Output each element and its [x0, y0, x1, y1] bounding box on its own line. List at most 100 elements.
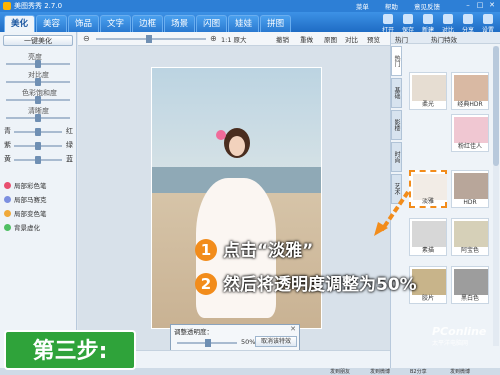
watermark-logo: PConline 太平洋电脑网 — [432, 325, 487, 347]
save-button[interactable]: 保存 — [398, 14, 418, 34]
zoom-in-icon[interactable]: ⊕ — [210, 34, 217, 43]
tab-hot[interactable]: 热门 — [391, 46, 402, 76]
maximize-icon[interactable]: □ — [474, 1, 486, 9]
contrast-slider[interactable] — [6, 78, 70, 86]
redo-button[interactable]: 重做 — [300, 34, 313, 44]
tab-fashion[interactable]: 时尚 — [391, 142, 402, 172]
step-two-text: 然后将透明度调整为50% — [223, 275, 417, 295]
tab-studio[interactable]: 影楼 — [391, 110, 402, 140]
tab-frame[interactable]: 边框 — [132, 15, 164, 32]
step-one-number: 1 — [195, 239, 217, 261]
share-weibo-link[interactable]: 发到微博 — [370, 368, 390, 375]
tab-flash[interactable]: 闪图 — [196, 15, 228, 32]
effects-category-tabs: 热门 基础 影楼 时尚 艺术 — [391, 46, 403, 206]
slider-knob[interactable] — [35, 142, 41, 150]
open-button[interactable]: 打开 — [378, 14, 398, 34]
tab-basic[interactable]: 基础 — [391, 78, 402, 108]
local-mosaic[interactable]: 局部马赛克 — [4, 194, 47, 204]
saturation-slider[interactable] — [6, 96, 70, 104]
effect-thumb[interactable]: 素描 — [409, 218, 447, 256]
cancel-effect-button[interactable]: 取消该特效 — [255, 336, 297, 347]
magenta-green-slider[interactable] — [14, 142, 62, 150]
effects-category-label: 热门 — [395, 36, 408, 44]
yellow-label: 黄 — [4, 155, 11, 163]
color-pen-icon — [4, 182, 11, 189]
mosaic-icon — [4, 196, 11, 203]
tab-accessories[interactable]: 饰品 — [68, 15, 100, 32]
menu-link[interactable]: 菜单 — [356, 3, 369, 11]
tab-doll[interactable]: 娃娃 — [228, 15, 260, 32]
effect-thumb-danya[interactable]: 淡雅 — [409, 170, 447, 208]
undo-button[interactable]: 撤销 — [276, 34, 289, 44]
zoom-slider[interactable] — [96, 35, 206, 43]
share-b2-link[interactable]: B2分享 — [410, 368, 427, 375]
compare-button[interactable]: 对比 — [438, 14, 458, 34]
slider-knob[interactable] — [35, 156, 41, 164]
app-title: 美图秀秀 2.7.0 — [14, 2, 63, 10]
tab-beautify[interactable]: 美化 — [4, 15, 36, 32]
slider-knob[interactable] — [35, 78, 41, 86]
effect-thumb[interactable]: 粉红佳人 — [451, 114, 489, 152]
compare-view-button[interactable]: 对比 — [345, 34, 358, 44]
slider-knob[interactable] — [35, 60, 41, 68]
background-blur[interactable]: 背景虚化 — [4, 222, 40, 232]
preview-button[interactable]: 预览 — [367, 34, 380, 44]
gear-icon — [483, 14, 493, 24]
close-icon[interactable]: ✕ — [290, 325, 296, 333]
minimize-icon[interactable]: – — [462, 1, 474, 9]
opacity-title: 调整透明度： — [174, 328, 213, 336]
compare-icon — [443, 14, 453, 24]
effects-scrollbar[interactable] — [493, 46, 499, 346]
tab-collage[interactable]: 拼图 — [260, 15, 292, 32]
new-icon — [423, 14, 433, 24]
local-color-pen[interactable]: 局部彩色笔 — [4, 180, 47, 190]
zoom-out-icon[interactable]: ⊖ — [83, 34, 90, 43]
yellow-blue-slider[interactable] — [14, 156, 62, 164]
share-to-friends-link[interactable]: 发到朋友 — [330, 368, 350, 375]
step-one-text: 点击“淡雅” — [223, 241, 314, 261]
opacity-slider[interactable] — [177, 339, 237, 347]
close-icon[interactable]: ✕ — [486, 1, 498, 9]
effect-thumb[interactable]: 阿宝色 — [451, 218, 489, 256]
cyan-label: 青 — [4, 127, 11, 135]
effect-thumb[interactable]: 经典HDR — [451, 72, 489, 110]
scrollbar-thumb[interactable] — [493, 46, 499, 166]
help-link[interactable]: 帮助 — [385, 3, 398, 11]
new-button[interactable]: 新建 — [418, 14, 438, 34]
recolor-pen-icon — [4, 210, 11, 217]
folder-icon — [383, 14, 393, 24]
step-badge: 第三步: — [4, 330, 136, 370]
left-panel: 一键美化 亮度 对比度 色彩饱和度 清晰度 青 红 紫 绿 黄 蓝 局部彩色笔 … — [0, 32, 77, 368]
brightness-slider[interactable] — [6, 60, 70, 68]
opacity-knob[interactable] — [205, 339, 211, 347]
zoom-knob[interactable] — [146, 35, 152, 43]
effect-thumb[interactable]: 黑白色 — [451, 266, 489, 304]
share-icon — [463, 14, 473, 24]
feedback-link[interactable]: 意见反馈 — [414, 3, 440, 11]
slider-knob[interactable] — [35, 128, 41, 136]
slider-knob[interactable] — [35, 114, 41, 122]
effects-header: 热门 热门特效 — [391, 32, 500, 44]
sharpness-slider[interactable] — [6, 114, 70, 122]
title-links: 菜单 帮助 意见反馈 — [342, 1, 440, 11]
tab-text[interactable]: 文字 — [100, 15, 132, 32]
save-icon — [403, 14, 413, 24]
original-button[interactable]: 原图 — [324, 34, 337, 44]
opacity-value: 50% — [241, 338, 256, 346]
effect-thumb[interactable]: HDR — [451, 170, 489, 208]
tab-beauty[interactable]: 美容 — [36, 15, 68, 32]
step-one-instruction: 1 点击“淡雅” — [195, 236, 313, 261]
actual-size-button[interactable]: 1:1 原大 — [221, 34, 247, 44]
cyan-red-slider[interactable] — [14, 128, 62, 136]
local-recolor-pen[interactable]: 局部变色笔 — [4, 208, 47, 218]
hot-effects-label: 热门特效 — [431, 36, 457, 44]
slider-knob[interactable] — [35, 96, 41, 104]
settings-button[interactable]: 设置 — [478, 14, 498, 34]
share-weibo-link-2[interactable]: 发到微博 — [450, 368, 470, 375]
share-button[interactable]: 分享 — [458, 14, 478, 34]
title-bar: 美图秀秀 2.7.0 菜单 帮助 意见反馈 – □ ✕ — [0, 0, 500, 12]
effect-thumb[interactable]: 柔光 — [409, 72, 447, 110]
one-key-beautify-button[interactable]: 一键美化 — [3, 35, 73, 46]
main-tab-bar: 美化 美容 饰品 文字 边框 场景 闪图 娃娃 拼图 打开 保存 新建 对比 分享 设置 — [0, 12, 500, 34]
tab-scene[interactable]: 场景 — [164, 15, 196, 32]
